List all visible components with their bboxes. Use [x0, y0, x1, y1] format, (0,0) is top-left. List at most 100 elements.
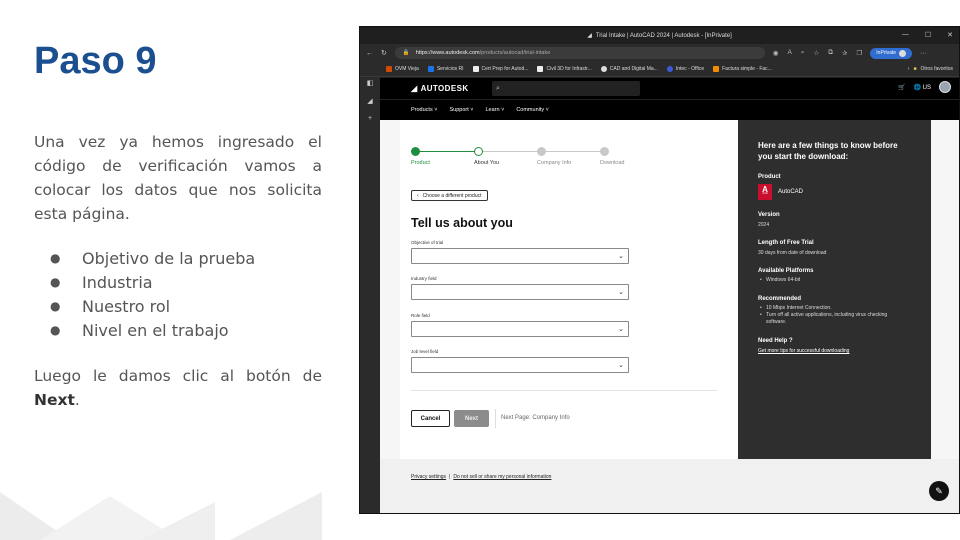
- browser-tools: ◉ A ⌕ ☆ ⧉ ✰ ❐: [773, 49, 862, 57]
- bullet-icon: ●: [50, 323, 61, 337]
- step-label-product: Product: [411, 160, 430, 166]
- chat-button[interactable]: ✎: [929, 481, 949, 501]
- intro-paragraph: Una vez ya hemos ingresado el código de …: [34, 133, 322, 223]
- url-input[interactable]: 🔒 https://www.autodesk.com/products/auto…: [394, 47, 765, 59]
- list-item: ● Nuestro rol: [50, 296, 171, 316]
- chevron-left-icon: ‹: [417, 192, 419, 199]
- recommended-heading: Recommended: [758, 296, 802, 302]
- close-icon[interactable]: ✕: [947, 31, 953, 39]
- step-dot-about-you: [474, 147, 483, 156]
- trial-form: Product About You Company Info Download …: [400, 120, 738, 459]
- autodesk-logo[interactable]: ◢ AUTODESK: [411, 84, 469, 93]
- version-heading: Version: [758, 212, 780, 218]
- content-area: Product About You Company Info Download …: [380, 120, 959, 459]
- window-titlebar: ◢ Trial Intake | AutoCAD 2024 | Autodesk…: [360, 27, 959, 44]
- role-select[interactable]: ⌄: [411, 321, 629, 337]
- progress-stepper: Product About You Company Info Download: [411, 147, 625, 171]
- bullet-icon: ●: [50, 251, 61, 265]
- job-level-label: Job level field: [411, 349, 439, 354]
- nav-learn[interactable]: Learn ˅: [485, 107, 504, 113]
- avatar[interactable]: [939, 81, 951, 93]
- do-not-sell-link[interactable]: Do not sell or share my personal informa…: [453, 474, 551, 480]
- refresh-icon[interactable]: ↻: [381, 49, 387, 57]
- bookmark-item[interactable]: Cert Prep for Autod...: [472, 66, 528, 72]
- favorite-star-icon[interactable]: ☆: [814, 49, 820, 57]
- trial-heading: Length of Free Trial: [758, 240, 814, 246]
- cancel-button[interactable]: Cancel: [411, 410, 450, 427]
- role-label: Role field: [411, 313, 430, 318]
- address-bar: ← ↻ 🔒 https://www.autodesk.com/products/…: [360, 44, 959, 62]
- nav-support[interactable]: Support ˅: [449, 107, 473, 113]
- form-title: Tell us about you: [411, 216, 513, 230]
- inprivate-badge[interactable]: InPrivate: [870, 47, 913, 59]
- bookmark-item[interactable]: Civil 3D for Infrastr...: [537, 66, 592, 72]
- industry-select[interactable]: ⌄: [411, 284, 629, 300]
- cart-icon[interactable]: 🛒: [898, 84, 905, 91]
- choose-product-button[interactable]: ‹ Choose a different product: [411, 190, 488, 201]
- objective-select[interactable]: ⌄: [411, 248, 629, 264]
- extension-icon[interactable]: ◉: [773, 49, 779, 57]
- autocad-logo-icon: A CAD: [758, 184, 772, 200]
- bookmark-item[interactable]: Servicios RI: [427, 66, 464, 72]
- step-label-download: Download: [600, 160, 625, 166]
- list-item: Turn off all active applications, includ…: [758, 312, 908, 326]
- more-menu-icon[interactable]: ···: [920, 50, 927, 57]
- bookmark-item[interactable]: Factura simple - Fac...: [713, 66, 772, 72]
- page-title: Paso 9: [34, 40, 157, 82]
- autodesk-header: ◢ AUTODESK ⌕ 🛒 🌐 US: [380, 78, 959, 99]
- new-tab-icon[interactable]: +: [368, 115, 372, 122]
- back-arrow-icon[interactable]: ←: [366, 50, 373, 57]
- search-input[interactable]: ⌕: [492, 81, 640, 96]
- product-row: A CAD AutoCAD: [758, 184, 931, 200]
- bookmark-item[interactable]: OVM Vieja: [386, 66, 419, 72]
- tab-actions-icon[interactable]: ◧: [367, 79, 374, 87]
- product-name: AutoCAD: [778, 189, 804, 195]
- chevron-down-icon: ⌄: [618, 289, 624, 296]
- nav-community[interactable]: Community ˅: [516, 107, 549, 113]
- footer-links: Privacy settings | Do not sell or share …: [411, 474, 551, 480]
- other-favorites[interactable]: › ■ Otros favoritos: [908, 66, 953, 72]
- next-button[interactable]: Next: [454, 410, 489, 427]
- platforms-heading: Available Platforms: [758, 268, 814, 274]
- bookmark-item[interactable]: Intec - Office: [666, 66, 704, 72]
- recommended-list: 10 Mbps Internet Connection. Turn off al…: [758, 305, 908, 326]
- maximize-icon[interactable]: ☐: [925, 31, 931, 39]
- search-icon: ⌕: [496, 84, 500, 92]
- list-item: ● Objetivo de la prueba: [50, 248, 256, 268]
- privacy-settings-link[interactable]: Privacy settings: [411, 474, 446, 480]
- trial-value: 30 days from date of download: [758, 250, 827, 256]
- header-actions: 🛒 🌐 US: [898, 81, 951, 93]
- zoom-icon[interactable]: ⌕: [801, 49, 805, 57]
- job-level-select[interactable]: ⌄: [411, 357, 629, 373]
- web-page: ◢ AUTODESK ⌕ 🛒 🌐 US Products ˅ Support ˅ …: [380, 78, 959, 513]
- step-line-done: [415, 151, 478, 152]
- nav-products[interactable]: Products ˅: [411, 107, 437, 113]
- product-heading: Product: [758, 174, 781, 180]
- divider: [495, 409, 496, 428]
- list-item: 10 Mbps Internet Connection.: [758, 305, 908, 312]
- panel-title: Here are a few things to know before you…: [758, 141, 898, 161]
- list-item: ● Industria: [50, 272, 153, 292]
- autodesk-tab-icon[interactable]: ◢: [367, 97, 372, 105]
- minimize-icon[interactable]: —: [902, 31, 909, 39]
- page-footer: Privacy settings | Do not sell or share …: [380, 459, 959, 513]
- window-title: Trial Intake | AutoCAD 2024 | Autodesk -…: [595, 32, 732, 39]
- window-controls: — ☐ ✕: [902, 31, 953, 39]
- help-link[interactable]: Get more tips for successful downloading: [758, 348, 931, 354]
- chevron-down-icon: ⌄: [618, 362, 624, 369]
- bullet-icon: ●: [50, 299, 61, 313]
- bullet-list: ● Objetivo de la prueba ● Industria ● Nuest…: [50, 246, 255, 342]
- version-value: 2024: [758, 222, 770, 228]
- read-aloud-icon[interactable]: A: [788, 49, 792, 57]
- collections-icon[interactable]: ❐: [856, 49, 862, 57]
- lock-icon: 🔒: [402, 50, 410, 56]
- list-item: ● Nivel en el trabajo: [50, 320, 229, 340]
- favorites-icon[interactable]: ✰: [842, 49, 847, 57]
- browser-window: ◢ Trial Intake | AutoCAD 2024 | Autodesk…: [359, 26, 960, 514]
- profile-icon: [899, 49, 907, 57]
- decorative-triangles: [0, 492, 322, 540]
- split-screen-icon[interactable]: ⧉: [828, 49, 833, 57]
- info-panel: Here are a few things to know before you…: [738, 120, 931, 459]
- bookmark-item[interactable]: CAD and Digital Ma...: [600, 66, 658, 72]
- language-selector[interactable]: 🌐 US: [914, 84, 932, 91]
